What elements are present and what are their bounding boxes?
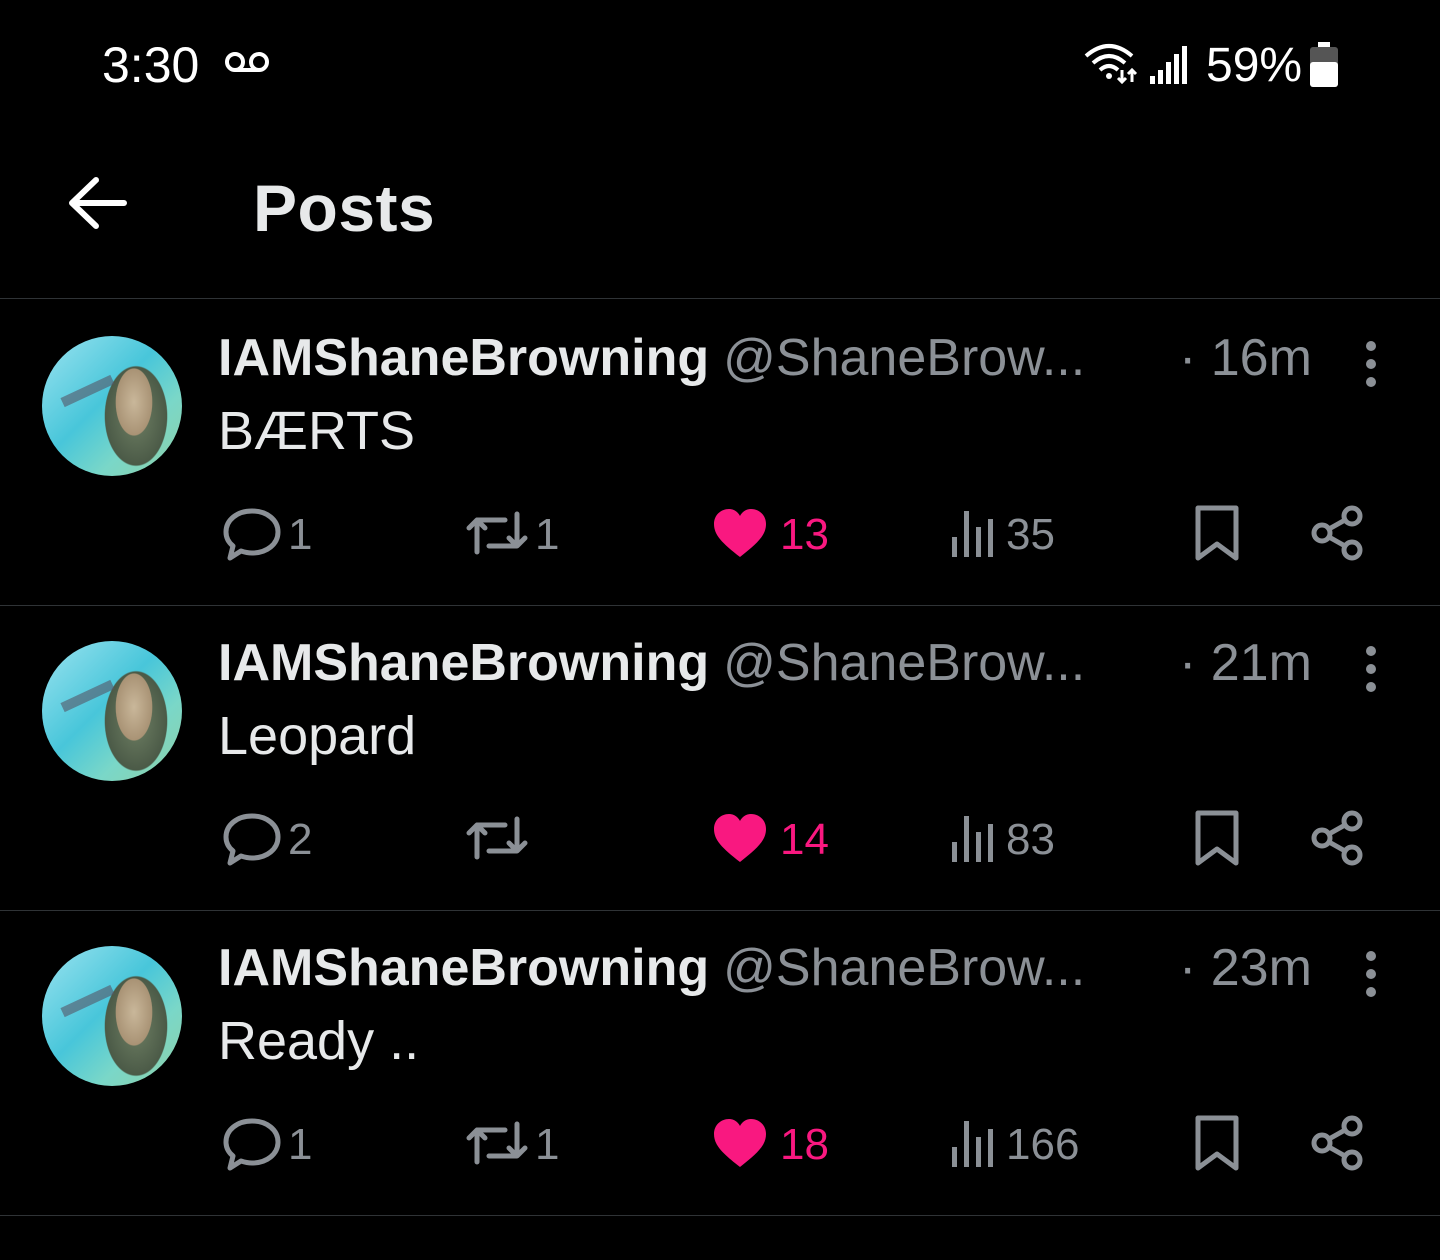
- post-actions: 1 1 13 35: [0, 500, 1440, 570]
- views-chart-icon: [950, 812, 1000, 869]
- post-text: BÆRTS: [218, 401, 416, 461]
- heart-filled-icon: [712, 1117, 768, 1174]
- header-divider: [0, 298, 1440, 299]
- reply-button[interactable]: 2: [222, 805, 312, 875]
- views-count: 83: [1006, 815, 1055, 864]
- bookmark-icon: [1194, 809, 1240, 872]
- display-name[interactable]: IAMShaneBrowning: [218, 939, 709, 997]
- avatar[interactable]: [42, 641, 182, 781]
- handle[interactable]: @ShaneBrow...: [723, 939, 1085, 997]
- more-options-icon[interactable]: [1360, 950, 1382, 1003]
- like-button[interactable]: 14: [712, 805, 829, 875]
- views-chart-icon: [950, 507, 1000, 564]
- status-bar: 3:30 59%: [0, 0, 1440, 130]
- repost-icon: [465, 508, 529, 563]
- views-count: 166: [1006, 1120, 1080, 1169]
- bookmark-button[interactable]: [1194, 500, 1240, 570]
- bookmark-button[interactable]: [1194, 805, 1240, 875]
- repost-icon: [465, 1118, 529, 1173]
- like-button[interactable]: 18: [712, 1110, 829, 1180]
- post-timestamp: · 21m: [1179, 634, 1312, 692]
- views-button[interactable]: 35: [950, 500, 1055, 570]
- wifi-icon: [1082, 40, 1140, 89]
- share-button[interactable]: [1310, 805, 1364, 875]
- voicemail-icon: [224, 50, 270, 79]
- status-time: 3:30: [102, 37, 200, 93]
- share-button[interactable]: [1310, 500, 1364, 570]
- display-name[interactable]: IAMShaneBrowning: [218, 634, 709, 692]
- repost-count: 1: [535, 510, 560, 559]
- heart-filled-icon: [712, 507, 768, 564]
- reply-count: 1: [288, 510, 313, 559]
- handle[interactable]: @ShaneBrow...: [723, 634, 1085, 692]
- battery-percent: 59%: [1206, 39, 1303, 92]
- share-icon: [1310, 1115, 1364, 1176]
- share-icon: [1310, 810, 1364, 871]
- bookmark-button[interactable]: [1194, 1110, 1240, 1180]
- post-actions: 1 1 18 166: [0, 1110, 1440, 1180]
- views-count: 35: [1006, 510, 1055, 559]
- avatar[interactable]: [42, 336, 182, 476]
- post-header: IAMShaneBrowning @ShaneBrow...: [218, 633, 1085, 695]
- reply-button[interactable]: 1: [222, 1110, 312, 1180]
- post-header: IAMShaneBrowning @ShaneBrow...: [218, 328, 1085, 390]
- reply-icon: [222, 810, 282, 871]
- bookmark-icon: [1194, 1114, 1240, 1177]
- like-count: 18: [780, 1120, 829, 1169]
- post-timestamp: · 16m: [1179, 329, 1312, 387]
- back-arrow-icon[interactable]: [64, 170, 130, 241]
- heart-filled-icon: [712, 812, 768, 869]
- reply-count: 2: [288, 815, 313, 864]
- like-button[interactable]: 13: [712, 500, 829, 570]
- post-item[interactable]: IAMShaneBrowning @ShaneBrow... · 21m Leop…: [0, 605, 1440, 911]
- share-button[interactable]: [1310, 1110, 1364, 1180]
- reply-icon: [222, 1115, 282, 1176]
- bookmark-icon: [1194, 504, 1240, 567]
- repost-button[interactable]: [465, 805, 535, 875]
- signal-icon: [1148, 44, 1188, 89]
- post-header: IAMShaneBrowning @ShaneBrow...: [218, 938, 1085, 1000]
- repost-button[interactable]: 1: [465, 500, 559, 570]
- top-app-bar: Posts: [0, 140, 1440, 298]
- views-chart-icon: [950, 1117, 1000, 1174]
- handle[interactable]: @ShaneBrow...: [723, 329, 1085, 387]
- post-text: Ready ..: [218, 1011, 420, 1071]
- more-options-icon[interactable]: [1360, 340, 1382, 393]
- post-text: Leopard: [218, 706, 417, 766]
- like-count: 13: [780, 510, 829, 559]
- reply-icon: [222, 505, 282, 566]
- post-timestamp: · 23m: [1179, 939, 1312, 997]
- post-actions: 2 14 83: [0, 805, 1440, 875]
- repost-count: 1: [535, 1120, 560, 1169]
- page-title: Posts: [253, 171, 436, 245]
- views-button[interactable]: 166: [950, 1110, 1079, 1180]
- reply-count: 1: [288, 1120, 313, 1169]
- like-count: 14: [780, 815, 829, 864]
- avatar[interactable]: [42, 946, 182, 1086]
- repost-icon: [465, 813, 529, 868]
- battery-icon: [1308, 42, 1340, 93]
- views-button[interactable]: 83: [950, 805, 1055, 875]
- repost-button[interactable]: 1: [465, 1110, 559, 1180]
- post-item[interactable]: IAMShaneBrowning @ShaneBrow... · 23m Read…: [0, 910, 1440, 1216]
- display-name[interactable]: IAMShaneBrowning: [218, 329, 709, 387]
- reply-button[interactable]: 1: [222, 500, 312, 570]
- post-item[interactable]: IAMShaneBrowning @ShaneBrow... · 16m BÆRT…: [0, 300, 1440, 606]
- share-icon: [1310, 505, 1364, 566]
- more-options-icon[interactable]: [1360, 645, 1382, 698]
